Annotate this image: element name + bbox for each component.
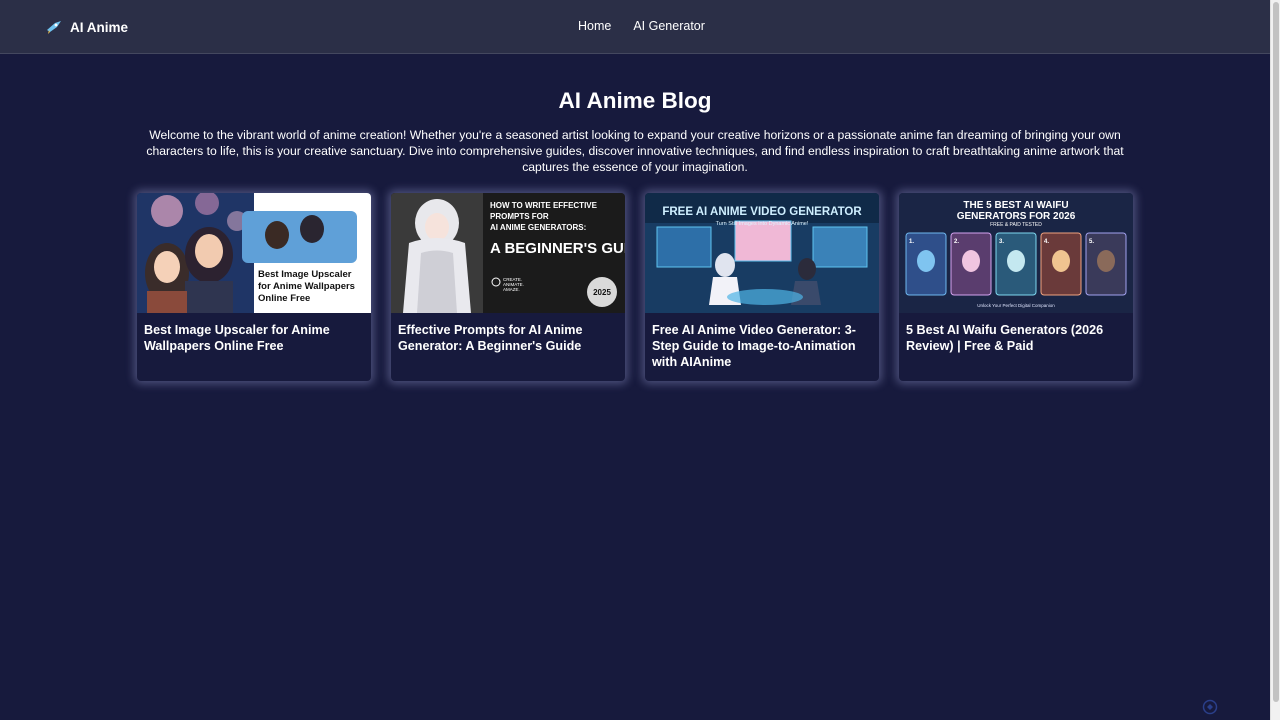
- top-navbar: AI Anime Home AI Generator: [0, 0, 1270, 54]
- svg-text:Best Image Upscaler: Best Image Upscaler: [258, 269, 352, 280]
- logo-icon: [47, 21, 61, 34]
- svg-text:2025: 2025: [593, 288, 611, 297]
- floating-widget-icon[interactable]: [1202, 699, 1218, 715]
- svg-text:AI ANIME GENERATORS:: AI ANIME GENERATORS:: [490, 223, 586, 232]
- blog-post-card[interactable]: FREE AI ANIME VIDEO GENERATOR Turn Still…: [645, 193, 879, 381]
- vertical-scrollbar[interactable]: [1270, 0, 1280, 720]
- post-thumbnail-image: FREE AI ANIME VIDEO GENERATOR Turn Still…: [645, 193, 879, 313]
- post-title[interactable]: Best Image Upscaler for Anime Wallpapers…: [137, 313, 371, 354]
- blog-post-card[interactable]: Best Image Upscaler for Anime Wallpapers…: [137, 193, 371, 381]
- post-thumbnail-image: HOW TO WRITE EFFECTIVE PROMPTS FOR AI AN…: [391, 193, 625, 313]
- nav-ai-generator-link[interactable]: AI Generator: [633, 19, 705, 33]
- post-title[interactable]: Effective Prompts for AI Anime Generator…: [391, 313, 625, 354]
- svg-text:A BEGINNER'S GUIDE: A BEGINNER'S GUIDE: [490, 240, 625, 257]
- svg-text:2.: 2.: [954, 239, 959, 245]
- page-title: AI Anime Blog: [558, 88, 712, 113]
- nav-home-link[interactable]: Home: [578, 19, 611, 33]
- brand-link[interactable]: AI Anime: [46, 16, 128, 38]
- blog-post-card[interactable]: HOW TO WRITE EFFECTIVE PROMPTS FOR AI AN…: [391, 193, 625, 381]
- scrollbar-thumb[interactable]: [1273, 2, 1279, 702]
- post-title[interactable]: 5 Best AI Waifu Generators (2026 Review)…: [899, 313, 1133, 354]
- post-thumbnail-image: THE 5 BEST AI WAIFU GENERATORS FOR 2026 …: [899, 193, 1133, 313]
- svg-text:3.: 3.: [999, 239, 1004, 245]
- brand-name: AI Anime: [70, 19, 129, 35]
- svg-text:FREE AI ANIME VIDEO GENERATOR: FREE AI ANIME VIDEO GENERATOR: [662, 206, 862, 218]
- svg-text:Turn Still Images into Dynamic: Turn Still Images into Dynamic Anime!: [716, 221, 809, 227]
- svg-text:1.: 1.: [909, 239, 914, 245]
- svg-text:AMAZE.: AMAZE.: [503, 287, 520, 292]
- svg-text:4.: 4.: [1044, 239, 1049, 245]
- post-title[interactable]: Free AI Anime Video Generator: 3-Step Gu…: [645, 313, 879, 370]
- svg-text:for Anime Wallpapers: for Anime Wallpapers: [258, 281, 355, 292]
- svg-text:FREE & PAID TESTED: FREE & PAID TESTED: [990, 222, 1042, 228]
- svg-text:GENERATORS FOR 2026: GENERATORS FOR 2026: [957, 211, 1076, 222]
- svg-text:THE 5 BEST AI WAIFU: THE 5 BEST AI WAIFU: [963, 200, 1068, 211]
- svg-text:Online Free: Online Free: [258, 293, 310, 304]
- blog-post-card[interactable]: THE 5 BEST AI WAIFU GENERATORS FOR 2026 …: [899, 193, 1133, 381]
- main-nav: Home AI Generator: [578, 19, 727, 33]
- post-thumbnail-image: Best Image Upscaler for Anime Wallpapers…: [137, 193, 371, 313]
- svg-text:Unlock Your Perfect Digital Co: Unlock Your Perfect Digital Companion: [977, 303, 1055, 308]
- svg-text:PROMPTS FOR: PROMPTS FOR: [490, 212, 549, 221]
- svg-text:5.: 5.: [1089, 239, 1094, 245]
- svg-text:HOW TO WRITE EFFECTIVE: HOW TO WRITE EFFECTIVE: [490, 201, 598, 210]
- intro-paragraph: Welcome to the vibrant world of anime cr…: [146, 128, 1124, 174]
